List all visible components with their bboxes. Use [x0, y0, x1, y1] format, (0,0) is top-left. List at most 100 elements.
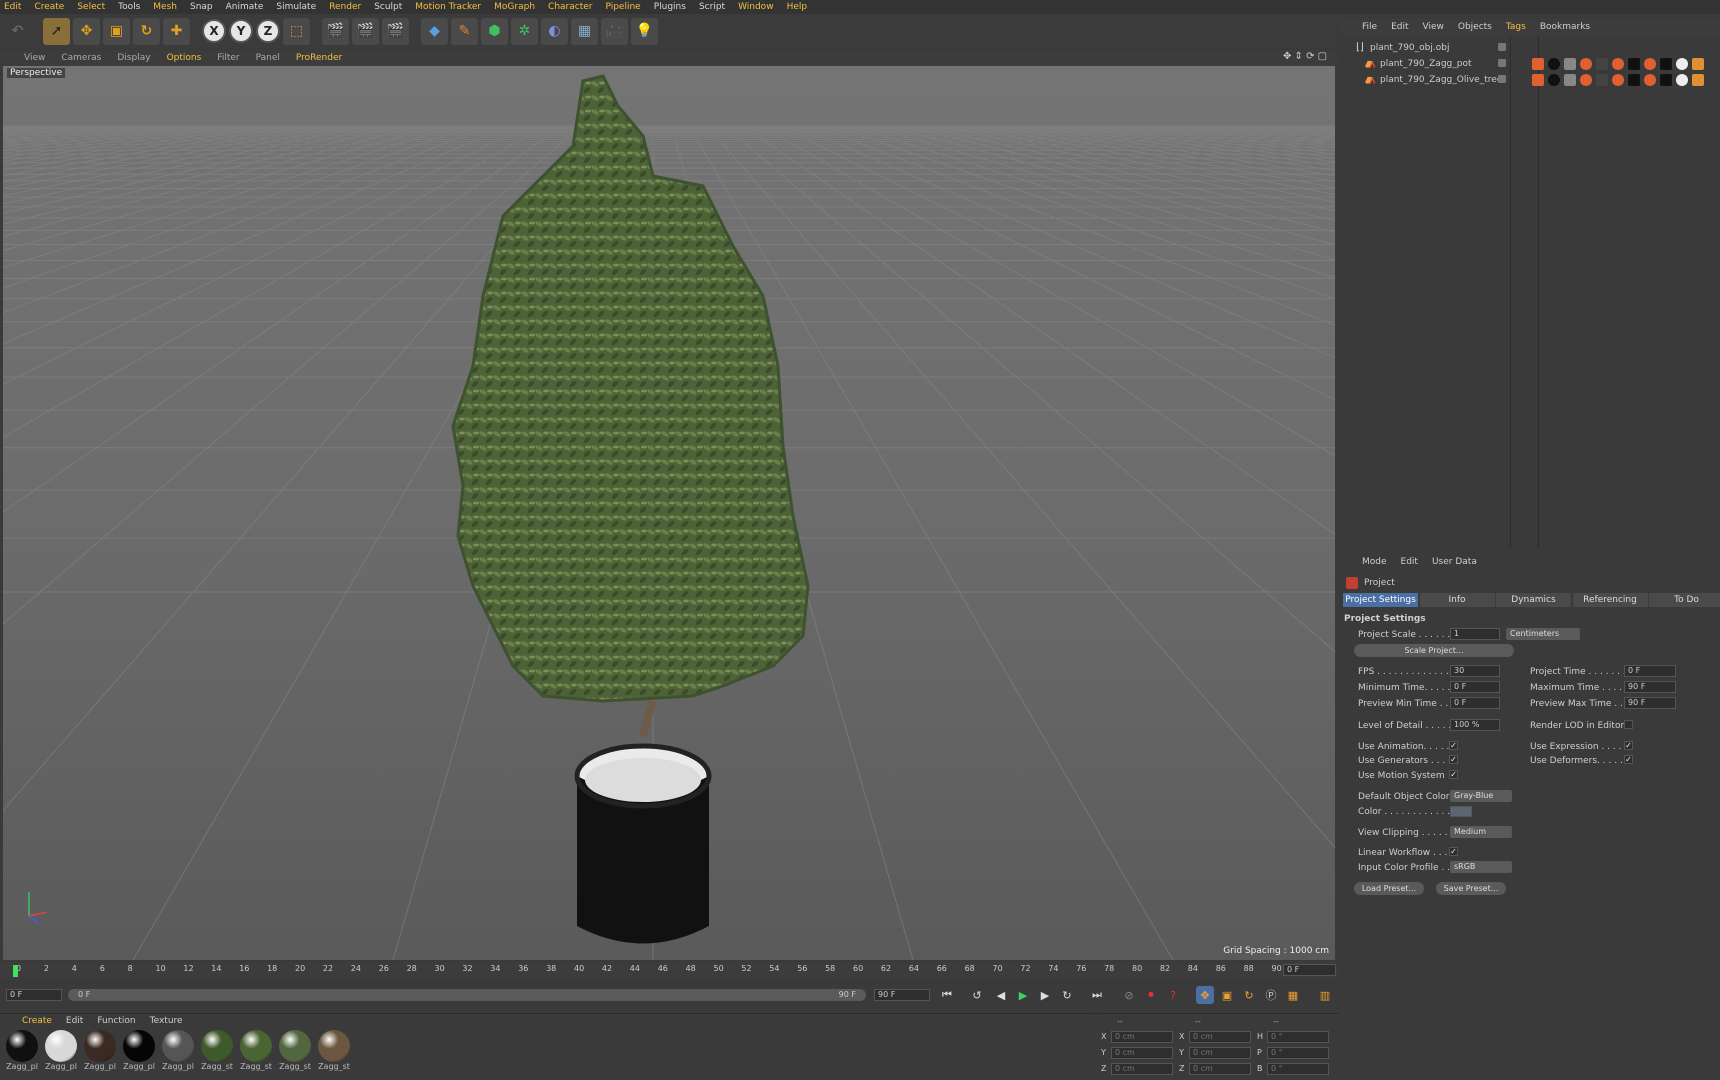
menu-item-script[interactable]: Script	[699, 2, 725, 12]
playhead[interactable]	[13, 965, 18, 977]
material-tag-icon[interactable]	[1580, 74, 1592, 86]
tab-dynamics[interactable]: Dynamics	[1496, 593, 1571, 607]
key-param-icon[interactable]: Ⓟ	[1262, 986, 1280, 1004]
current-frame-field[interactable]: 0 F	[1283, 964, 1336, 976]
object-menu-view[interactable]: View	[1423, 22, 1444, 32]
camera-icon[interactable]: 🎥	[601, 17, 628, 45]
tab-to-do[interactable]: To Do	[1649, 593, 1720, 607]
phong-tag-icon[interactable]	[1564, 74, 1576, 86]
material-swatch[interactable]: Zagg_pl	[161, 1030, 195, 1076]
play-icon[interactable]: ▶	[1014, 986, 1032, 1004]
step-back-icon[interactable]: ◀	[992, 986, 1010, 1004]
coord-field[interactable]: 0 cm	[1189, 1047, 1251, 1059]
phong-tag-icon[interactable]	[1628, 74, 1640, 86]
tab-project-settings[interactable]: Project Settings	[1343, 593, 1418, 607]
go-to-end-icon[interactable]: ⏭	[1088, 986, 1106, 1004]
max-time-field[interactable]: 90 F	[1624, 681, 1676, 693]
attribute-menu-user-data[interactable]: User Data	[1432, 557, 1477, 567]
visibility-toggle-icon[interactable]	[1498, 43, 1506, 51]
record-icon[interactable]: ⏺	[1142, 986, 1160, 1004]
tab-referencing[interactable]: Referencing	[1572, 593, 1648, 607]
material-tag-icon[interactable]	[1548, 74, 1560, 86]
input-profile-dropdown[interactable]: sRGB	[1450, 861, 1512, 873]
use-expression-checkbox[interactable]: ✓	[1624, 741, 1633, 750]
project-scale-unit-dropdown[interactable]: Centimeters	[1506, 628, 1580, 640]
scale-icon[interactable]: ▣	[103, 17, 130, 45]
coord-field[interactable]: 0 cm	[1111, 1063, 1173, 1075]
menu-item-select[interactable]: Select	[77, 2, 105, 12]
phong-tag-icon[interactable]	[1628, 58, 1640, 70]
menu-item-pipeline[interactable]: Pipeline	[605, 2, 640, 12]
menu-item-mograph[interactable]: MoGraph	[494, 2, 535, 12]
coordinate-system-icon[interactable]: ⬚	[283, 17, 310, 45]
viewport-menu-panel[interactable]: Panel	[256, 53, 280, 63]
save-preset-button[interactable]: Save Preset...	[1436, 882, 1506, 895]
menu-item-render[interactable]: Render	[329, 2, 361, 12]
material-tag-icon[interactable]	[1644, 58, 1656, 70]
floor-icon[interactable]: ▦	[571, 17, 598, 45]
material-swatch[interactable]: Zagg_st	[239, 1030, 273, 1076]
object-menu-bookmarks[interactable]: Bookmarks	[1540, 22, 1590, 32]
phong-tag-icon[interactable]	[1596, 58, 1608, 70]
perspective-viewport[interactable]: Perspective Grid Spacing : 1000 cm	[3, 66, 1335, 960]
x-axis-icon[interactable]: X	[202, 19, 226, 43]
pen-icon[interactable]: ✎	[451, 17, 478, 45]
cube-icon[interactable]: ◆	[421, 17, 448, 45]
rotate-icon[interactable]: ↻	[133, 17, 160, 45]
key-rotate-icon[interactable]: ↻	[1240, 986, 1258, 1004]
load-preset-button[interactable]: Load Preset...	[1354, 882, 1424, 895]
preview-max-field[interactable]: 90 F	[1624, 697, 1676, 709]
mograph-cloner-icon[interactable]: ✲	[511, 17, 538, 45]
color-swatch[interactable]	[1450, 806, 1472, 817]
material-tag-icon[interactable]	[1644, 74, 1656, 86]
menu-item-edit[interactable]: Edit	[4, 2, 21, 12]
project-scale-field[interactable]: 1	[1450, 628, 1500, 640]
step-forward-icon[interactable]: ▶	[1036, 986, 1054, 1004]
menu-item-tools[interactable]: Tools	[118, 2, 140, 12]
key-move-icon[interactable]: ✥	[1196, 986, 1214, 1004]
start-frame-field[interactable]: 0 F	[6, 989, 62, 1001]
next-key-icon[interactable]: ↻	[1058, 986, 1076, 1004]
object-menu-tags[interactable]: Tags	[1506, 22, 1526, 32]
viewport-menu-display[interactable]: Display	[117, 53, 150, 63]
phong-tag-icon[interactable]	[1532, 74, 1544, 86]
material-tag-icon[interactable]	[1548, 58, 1560, 70]
material-tag-icon[interactable]	[1580, 58, 1592, 70]
menu-item-plugins[interactable]: Plugins	[654, 2, 686, 12]
viewport-menu-view[interactable]: View	[24, 53, 45, 63]
undo-icon[interactable]: ↶	[4, 17, 31, 45]
phong-tag-icon[interactable]	[1692, 74, 1704, 86]
object-row[interactable]: ⌊⌋ plant_790_obj.obj	[1342, 41, 1712, 56]
use-animation-checkbox[interactable]: ✓	[1449, 741, 1458, 750]
material-swatch[interactable]: Zagg_pl	[44, 1030, 78, 1076]
material-tag-icon[interactable]	[1676, 58, 1688, 70]
coord-field[interactable]: 0 °	[1267, 1063, 1329, 1075]
preview-min-field[interactable]: 0 F	[1450, 697, 1500, 709]
add-icon[interactable]: ✚	[163, 17, 190, 45]
menu-item-simulate[interactable]: Simulate	[276, 2, 316, 12]
scale-project-button[interactable]: Scale Project...	[1354, 644, 1514, 657]
timeline-window-icon[interactable]: ▥	[1316, 986, 1334, 1004]
light-icon[interactable]: 💡	[631, 17, 658, 45]
material-menu-edit[interactable]: Edit	[66, 1016, 83, 1026]
coord-field[interactable]: 0 cm	[1189, 1063, 1251, 1075]
tab-info[interactable]: Info	[1419, 593, 1495, 607]
use-deformers-checkbox[interactable]: ✓	[1624, 755, 1633, 764]
coord-field[interactable]: 0 cm	[1189, 1031, 1251, 1043]
object-row[interactable]: ⛺ plant_790_Zagg_pot	[1342, 57, 1712, 72]
deformer-icon[interactable]: ◐	[541, 17, 568, 45]
visibility-toggle-icon[interactable]	[1498, 59, 1506, 67]
object-menu-objects[interactable]: Objects	[1458, 22, 1492, 32]
range-slider[interactable]: 0 F 90 F	[68, 989, 866, 1001]
viewport-menu-prorender[interactable]: ProRender	[296, 53, 342, 63]
coord-field[interactable]: 0 °	[1267, 1047, 1329, 1059]
previous-key-icon[interactable]: ↺	[968, 986, 986, 1004]
menu-item-snap[interactable]: Snap	[190, 2, 213, 12]
go-to-start-icon[interactable]: ⏮	[938, 986, 956, 1004]
material-swatch[interactable]: Zagg_st	[317, 1030, 351, 1076]
end-frame-field[interactable]: 90 F	[874, 989, 930, 1001]
visibility-toggle-icon[interactable]	[1498, 75, 1506, 83]
material-menu-create[interactable]: Create	[22, 1016, 52, 1026]
default-color-dropdown[interactable]: Gray-Blue	[1450, 790, 1512, 802]
menu-item-help[interactable]: Help	[787, 2, 808, 12]
